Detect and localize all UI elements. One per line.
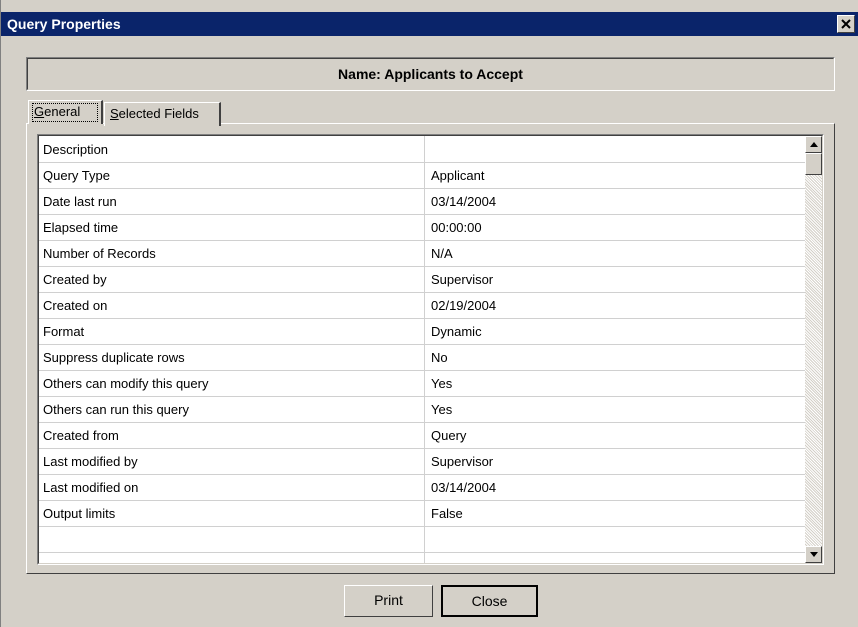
scroll-down-button[interactable] xyxy=(805,546,822,563)
property-name: Number of Records xyxy=(43,246,156,261)
arrow-down-icon xyxy=(810,552,818,557)
property-name: Others can modify this query xyxy=(43,376,209,391)
table-row[interactable]: Query Type Applicant xyxy=(39,163,813,189)
general-tab-page: Description Query Type Applicant Date last … xyxy=(26,123,835,574)
property-name: Date last run xyxy=(43,194,117,209)
property-value: 03/14/2004 xyxy=(431,480,497,495)
table-row[interactable]: Description xyxy=(39,137,813,163)
close-button[interactable]: Close xyxy=(441,585,538,617)
property-name: Query Type xyxy=(43,168,110,183)
properties-grid-body: Description Query Type Applicant Date last … xyxy=(38,135,823,564)
property-value: N/A xyxy=(431,246,453,261)
tab-selected-fields[interactable]: Selected Fields xyxy=(104,102,221,126)
scroll-thumb[interactable] xyxy=(805,153,822,175)
table-row[interactable]: Suppress duplicate rows No xyxy=(39,345,813,371)
property-value: Yes xyxy=(431,402,453,417)
query-name-panel: Name: Applicants to Accept xyxy=(26,57,835,91)
property-value: 02/19/2004 xyxy=(431,298,497,313)
property-name: Last modified on xyxy=(43,480,139,495)
table-row[interactable] xyxy=(39,527,813,553)
scroll-up-button[interactable] xyxy=(805,136,822,153)
query-name-label: Name: Applicants to Accept xyxy=(27,58,834,90)
property-name: Elapsed time xyxy=(43,220,119,235)
table-row[interactable]: Others can run this query Yes xyxy=(39,397,813,423)
table-row[interactable]: Created from Query xyxy=(39,423,813,449)
property-value: 00:00:00 xyxy=(431,220,482,235)
property-value: False xyxy=(431,506,463,521)
table-row[interactable]: Elapsed time 00:00:00 xyxy=(39,215,813,241)
properties-grid: Description Query Type Applicant Date last … xyxy=(37,134,824,565)
table-row[interactable]: Others can modify this query Yes xyxy=(39,371,813,397)
table-row[interactable]: Date last run 03/14/2004 xyxy=(39,189,813,215)
table-row[interactable]: Created on 02/19/2004 xyxy=(39,293,813,319)
table-row[interactable]: Created by Supervisor xyxy=(39,267,813,293)
property-name: Others can run this query xyxy=(43,402,189,417)
table-row[interactable]: Output limits False xyxy=(39,501,813,527)
property-name: Created on xyxy=(43,298,108,313)
tab-general[interactable]: General xyxy=(28,100,103,124)
table-row[interactable]: Last modified on 03/14/2004 xyxy=(39,475,813,501)
window-title: Query Properties xyxy=(7,16,121,32)
vertical-scrollbar[interactable] xyxy=(805,136,822,563)
property-name: Suppress duplicate rows xyxy=(43,350,185,365)
title-bar[interactable]: Query Properties xyxy=(1,12,858,36)
property-value: Yes xyxy=(431,376,453,391)
property-value: Dynamic xyxy=(431,324,482,339)
property-value: No xyxy=(431,350,448,365)
print-button[interactable]: Print xyxy=(344,585,433,617)
property-name: Last modified by xyxy=(43,454,138,469)
tab-selected-fields-label: Selected Fields xyxy=(110,106,199,121)
property-value: Applicant xyxy=(431,168,485,183)
property-value xyxy=(431,137,811,162)
property-name: Output limits xyxy=(43,506,116,521)
query-properties-window: Query Properties Name: Applicants to Acc… xyxy=(0,0,858,627)
property-value: 03/14/2004 xyxy=(431,194,497,209)
property-value: Supervisor xyxy=(431,454,494,469)
property-value: Query xyxy=(431,428,467,443)
property-name: Description xyxy=(43,142,109,157)
close-window-button[interactable] xyxy=(837,15,855,33)
property-name: Created from xyxy=(43,428,119,443)
arrow-up-icon xyxy=(810,142,818,147)
close-icon xyxy=(841,19,851,29)
table-row[interactable]: Last modified by Supervisor xyxy=(39,449,813,475)
property-name: Format xyxy=(43,324,85,339)
property-value: Supervisor xyxy=(431,272,494,287)
property-name: Created by xyxy=(43,272,107,287)
table-row[interactable]: Format Dynamic xyxy=(39,319,813,345)
tab-general-label: General xyxy=(34,104,81,119)
table-row[interactable]: Number of Records N/A xyxy=(39,241,813,267)
